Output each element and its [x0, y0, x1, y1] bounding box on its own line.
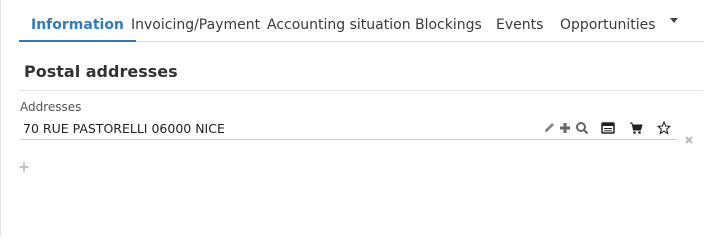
remove-address-icon[interactable]: [684, 130, 694, 144]
search-icon[interactable]: [575, 121, 589, 135]
plus-icon[interactable]: [558, 121, 572, 135]
tab-events[interactable]: Events: [496, 0, 543, 42]
tab-accounting-situation[interactable]: Accounting situation: [267, 0, 411, 42]
tab-information[interactable]: Information: [19, 0, 136, 42]
section-divider: [19, 90, 703, 91]
partner-form-panel: Information Invoicing/Payment Accounting…: [0, 0, 706, 236]
add-address-icon[interactable]: [19, 157, 29, 172]
address-value[interactable]: 70 RUE PASTORELLI 06000 NICE: [23, 121, 225, 136]
star-icon[interactable]: [657, 121, 671, 135]
card-icon[interactable]: [601, 121, 615, 135]
addresses-label: Addresses: [20, 100, 82, 114]
tab-bar: Information Invoicing/Payment Accounting…: [19, 0, 703, 42]
address-row: 70 RUE PASTORELLI 06000 NICE: [20, 117, 677, 140]
tabs-more-dropdown-icon[interactable]: [670, 18, 678, 23]
tab-invoicing-payment[interactable]: Invoicing/Payment: [131, 0, 260, 42]
section-title: Postal addresses: [24, 62, 178, 81]
cart-icon[interactable]: [629, 121, 643, 135]
tab-blockings[interactable]: Blockings: [415, 0, 482, 42]
tab-opportunities[interactable]: Opportunities: [560, 0, 656, 42]
pencil-icon[interactable]: [543, 121, 557, 135]
